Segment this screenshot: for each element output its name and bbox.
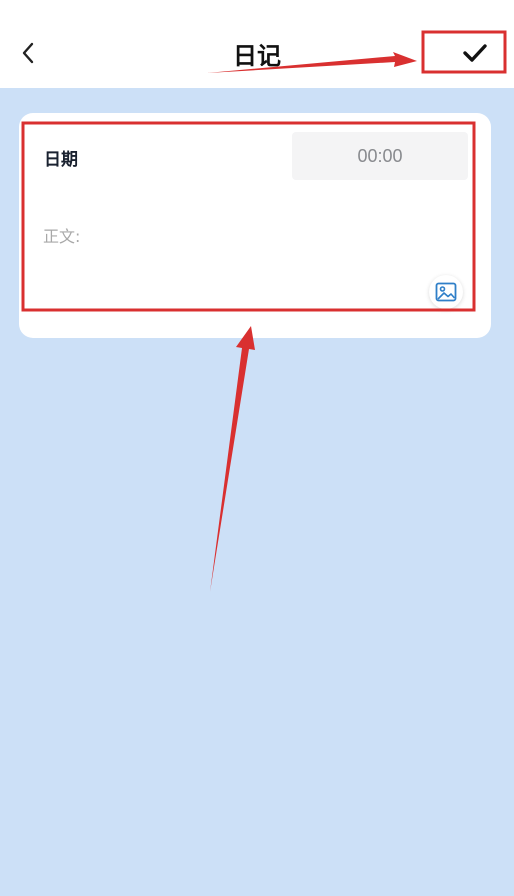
body-input[interactable]: 正文: bbox=[43, 223, 423, 283]
date-label: 日期 bbox=[44, 150, 78, 170]
page-title: 日记 bbox=[233, 42, 281, 70]
checkmark-icon bbox=[463, 44, 487, 62]
arrow-to-entry bbox=[210, 326, 255, 592]
diary-entry-card: 日期 00:00 正文: bbox=[19, 113, 491, 338]
image-icon bbox=[435, 282, 457, 302]
top-bar: 日记 bbox=[0, 0, 514, 88]
insert-image-button[interactable] bbox=[429, 275, 463, 309]
time-field[interactable]: 00:00 bbox=[292, 132, 468, 180]
confirm-button[interactable] bbox=[452, 38, 498, 68]
